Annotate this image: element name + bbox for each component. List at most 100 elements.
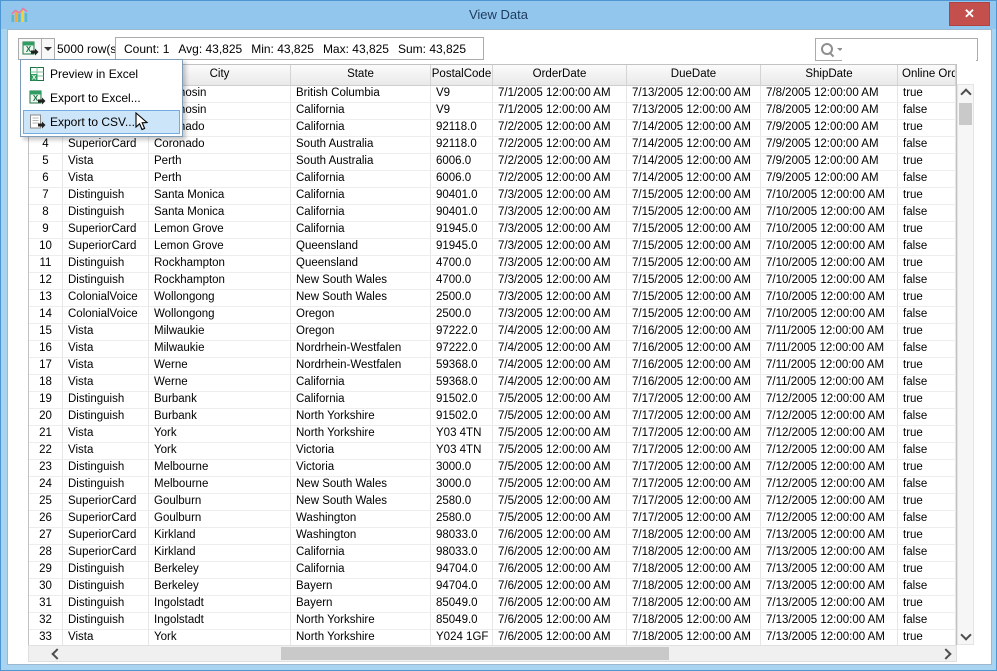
table-row[interactable]: 26 SuperiorCard Goulburn Washington 2580.0 7/… xyxy=(29,511,956,528)
table-row[interactable]: 22 Vista York Victoria Y03 4TN 7/5/2005 12:00… xyxy=(29,443,956,460)
table-row[interactable]: 5 Vista Perth South Australia 6006.0 7/2/2005… xyxy=(29,154,956,171)
cell: 7/13/2005 12:00:00 AM xyxy=(761,630,898,646)
table-row[interactable]: 14 ColonialVoice Wollongong Oregon 2500.0 7/3… xyxy=(29,307,956,324)
table-row[interactable]: 16 Vista Milwaukie Nordrhein-Westfalen 97222… xyxy=(29,341,956,358)
cell: Victoria xyxy=(291,443,431,459)
view-data-window: View Data ✕ X 5000 row(s) Count: 1 Avg: … xyxy=(0,0,997,671)
vertical-scroll-thumb[interactable] xyxy=(959,103,972,125)
cell: 7/15/2005 12:00:00 AM xyxy=(627,307,761,323)
column-header[interactable]: ShipDate xyxy=(761,65,898,85)
column-header[interactable]: OrderDate xyxy=(493,65,627,85)
cell: 7/14/2005 12:00:00 AM xyxy=(627,154,761,170)
cell: Lemon Grove xyxy=(149,222,291,238)
search-input[interactable] xyxy=(842,40,976,61)
scroll-left-button[interactable] xyxy=(47,646,64,661)
cell: 7/12/2005 12:00:00 AM xyxy=(761,477,898,493)
cell: Coronado xyxy=(149,137,291,153)
export-dropdown-arrow[interactable] xyxy=(42,39,54,59)
table-row[interactable]: 27 SuperiorCard Kirkland Washington 98033.0 7… xyxy=(29,528,956,545)
column-header[interactable]: DueDate xyxy=(627,65,761,85)
cell: North Yorkshire xyxy=(291,630,431,646)
table-row[interactable]: 29 Distinguish Berkeley California 94704.0 7/… xyxy=(29,562,956,579)
cell: 7/5/2005 12:00:00 AM xyxy=(493,426,627,442)
dropdown-caret-icon xyxy=(44,47,52,51)
row-number-cell: 20 xyxy=(29,409,63,425)
svg-text:X: X xyxy=(32,75,37,82)
cell: 7/4/2005 12:00:00 AM xyxy=(493,358,627,374)
cell: Ingolstadt xyxy=(149,596,291,612)
cell: ColonialVoice xyxy=(63,290,149,306)
cell: 7/17/2005 12:00:00 AM xyxy=(627,477,761,493)
scroll-up-button[interactable] xyxy=(957,85,974,100)
search-icon[interactable] xyxy=(821,43,843,58)
row-number-cell: 18 xyxy=(29,375,63,391)
cell: 91502.0 xyxy=(431,392,493,408)
cell: New South Wales xyxy=(291,477,431,493)
table-row[interactable]: 11 Distinguish Rockhampton Queensland 4700.0… xyxy=(29,256,956,273)
horizontal-scrollbar[interactable] xyxy=(28,645,957,662)
cell: false xyxy=(898,171,956,187)
scroll-right-button[interactable] xyxy=(939,646,956,661)
export-split-button: X xyxy=(18,38,55,60)
row-number-cell: 17 xyxy=(29,358,63,374)
cell: Distinguish xyxy=(63,460,149,476)
table-row[interactable]: 32 Distinguish Ingolstadt North Yorkshire 85… xyxy=(29,613,956,630)
cell: V9 xyxy=(431,103,493,119)
cell: V9 xyxy=(431,86,493,102)
table-row[interactable]: 25 SuperiorCard Goulburn New South Wales 258… xyxy=(29,494,956,511)
row-number-cell: 4 xyxy=(29,137,63,153)
menu-item-export-to-excel[interactable]: X Export to Excel... xyxy=(23,86,180,110)
table-row[interactable]: 13 ColonialVoice Wollongong New South Wales… xyxy=(29,290,956,307)
cell: 7/18/2005 12:00:00 AM xyxy=(627,630,761,646)
column-header[interactable]: Online Ord xyxy=(898,65,956,85)
cell: Rockhampton xyxy=(149,273,291,289)
summary-stats-box: Count: 1 Avg: 43,825 Min: 43,825 Max: 43… xyxy=(115,37,485,60)
cell: true xyxy=(898,596,956,612)
column-header[interactable]: State xyxy=(291,65,431,85)
table-row[interactable]: 15 Vista Milwaukie Oregon 97222.0 7/4/2005 12… xyxy=(29,324,956,341)
column-header[interactable]: PostalCode xyxy=(431,65,493,85)
cell: 7/3/2005 12:00:00 AM xyxy=(493,188,627,204)
menu-item-export-to-csv[interactable]: Export to CSV... xyxy=(23,110,180,134)
cell: false xyxy=(898,409,956,425)
cell: 2500.0 xyxy=(431,290,493,306)
cell: New South Wales xyxy=(291,494,431,510)
table-row[interactable]: 6 Vista Perth California 6006.0 7/2/2005 12:0… xyxy=(29,171,956,188)
row-number-cell: 15 xyxy=(29,324,63,340)
table-row[interactable]: 28 SuperiorCard Kirkland California 98033.0 7… xyxy=(29,545,956,562)
table-row[interactable]: 8 Distinguish Santa Monica California 90401.… xyxy=(29,205,956,222)
cell: 94704.0 xyxy=(431,562,493,578)
table-row[interactable]: 20 Distinguish Burbank North Yorkshire 91502… xyxy=(29,409,956,426)
chevron-right-icon xyxy=(940,647,952,660)
cell: SuperiorCard xyxy=(63,222,149,238)
export-button[interactable]: X xyxy=(19,39,42,59)
close-button[interactable]: ✕ xyxy=(949,2,990,26)
table-row[interactable]: 18 Vista Werne California 59368.0 7/4/2005 12… xyxy=(29,375,956,392)
scroll-down-button[interactable] xyxy=(957,629,974,644)
table-row[interactable]: 17 Vista Werne Nordrhein-Westfalen 59368.0 7/… xyxy=(29,358,956,375)
table-row[interactable]: 4 SuperiorCard Coronado South Australia 9211… xyxy=(29,137,956,154)
table-row[interactable]: 24 Distinguish Melbourne New South Wales 300… xyxy=(29,477,956,494)
table-row[interactable]: 12 Distinguish Rockhampton New South Wales 4… xyxy=(29,273,956,290)
cell: Queensland xyxy=(291,239,431,255)
table-row[interactable]: 19 Distinguish Burbank California 91502.0 7/5… xyxy=(29,392,956,409)
row-number-cell: 16 xyxy=(29,341,63,357)
table-row[interactable]: 9 SuperiorCard Lemon Grove California 91945.… xyxy=(29,222,956,239)
table-row[interactable]: 23 Distinguish Melbourne Victoria 3000.0 7/5/… xyxy=(29,460,956,477)
table-row[interactable]: 7 Distinguish Santa Monica California 90401.… xyxy=(29,188,956,205)
horizontal-scroll-thumb[interactable] xyxy=(281,647,669,660)
table-row[interactable]: 30 Distinguish Berkeley Bayern 94704.0 7/6/20… xyxy=(29,579,956,596)
cell: 7/18/2005 12:00:00 AM xyxy=(627,613,761,629)
cell: 7/10/2005 12:00:00 AM xyxy=(761,205,898,221)
vertical-scrollbar[interactable] xyxy=(957,84,974,645)
menu-item-preview-in-excel[interactable]: X Preview in Excel xyxy=(23,62,180,86)
table-row[interactable]: 10 SuperiorCard Lemon Grove Queensland 91945… xyxy=(29,239,956,256)
table-row[interactable]: 21 Vista York North Yorkshire Y03 4TN 7/5/200… xyxy=(29,426,956,443)
table-row[interactable]: 31 Distinguish Ingolstadt Bayern 85049.0 7/6/… xyxy=(29,596,956,613)
cell: California xyxy=(291,562,431,578)
stat-sum: Sum: 43,825 xyxy=(397,41,467,56)
row-number-cell: 31 xyxy=(29,596,63,612)
row-count-label: 5000 row(s) xyxy=(57,42,121,56)
cell: 7/15/2005 12:00:00 AM xyxy=(627,273,761,289)
search-box[interactable] xyxy=(815,38,978,61)
